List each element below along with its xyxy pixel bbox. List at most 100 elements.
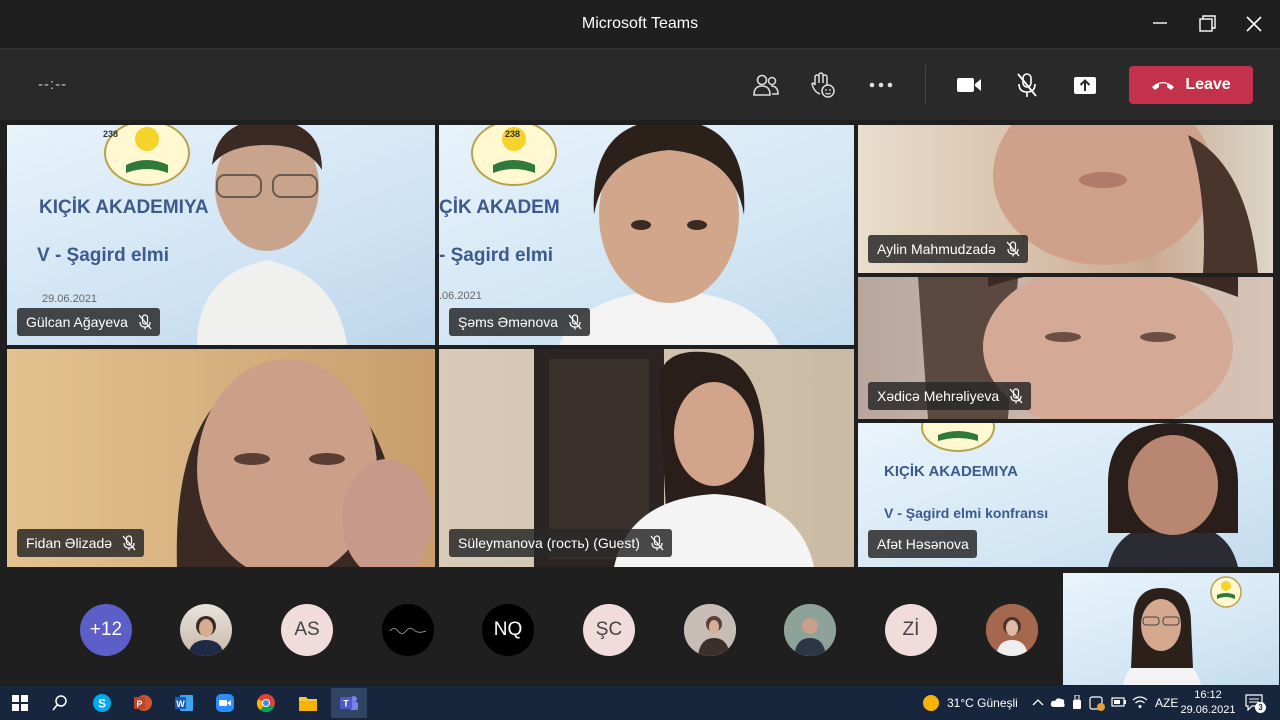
close-button[interactable] — [1240, 10, 1268, 38]
video-tile[interactable]: 238 ÇİK AKADEM - Şagird elmi .06.2021 Şə… — [439, 125, 854, 345]
avatar[interactable]: ŞC — [583, 604, 635, 656]
people-icon — [753, 74, 779, 96]
participant-video — [1108, 423, 1238, 567]
academy-logo-icon — [921, 423, 995, 452]
avatar[interactable]: NQ — [482, 604, 534, 656]
avatar[interactable] — [180, 604, 232, 656]
slide-conference-text: V - Şagird elmi konfransı — [884, 505, 1049, 521]
participant-name-chip: Şəms Əmənova — [449, 308, 591, 336]
mic-off-icon — [568, 314, 582, 330]
avatar[interactable]: AS — [281, 604, 333, 656]
slide-conference-text: - Şagird elmi — [439, 245, 554, 266]
leave-button[interactable]: Leave — [1129, 66, 1253, 104]
weather-text[interactable]: 31°C Güneşli — [947, 696, 1018, 710]
powerpoint-icon: P — [134, 695, 152, 711]
more-actions-button[interactable] — [865, 69, 897, 101]
word-icon: W — [175, 695, 193, 711]
slide-academy-text: ÇİK AKADEM — [439, 197, 560, 218]
minimize-icon — [1153, 22, 1167, 24]
slide-date-text: 29.06.2021 — [42, 293, 98, 305]
mic-off-icon — [1017, 73, 1037, 97]
participant-name: Fidan Əlizadə — [26, 535, 113, 551]
video-tile[interactable]: 238 KIÇİK AKADEMIYA V - Şagird elmi 29.0… — [7, 125, 435, 345]
avatar-photo — [188, 616, 224, 656]
slide-conference-text: V - Şagird elmi — [37, 245, 169, 266]
reactions-button[interactable] — [807, 69, 839, 101]
teams-icon: T — [340, 696, 358, 710]
video-tile[interactable]: Aylin Mahmudzadə — [858, 125, 1273, 273]
avatar-photo — [986, 604, 1038, 656]
folder-icon — [299, 697, 317, 711]
participant-name-chip: Afət Həsənova — [868, 530, 977, 558]
video-tile[interactable]: Süleymanova (гость) (Guest) — [439, 349, 854, 567]
search-icon — [52, 695, 67, 711]
usb-icon[interactable] — [1072, 695, 1082, 711]
share-tray-icon — [1074, 77, 1096, 94]
title-bar: Microsoft Teams — [0, 0, 1280, 48]
restore-icon — [1199, 15, 1216, 32]
notification-count-badge: 3 — [1255, 702, 1266, 713]
video-tile[interactable]: Fidan Əlizadə — [7, 349, 435, 567]
taskbar-app-file-explorer[interactable] — [290, 689, 326, 717]
input-language-indicator[interactable]: AZE — [1155, 696, 1178, 710]
sun-icon — [923, 695, 939, 711]
taskbar-app-teams[interactable]: T — [331, 688, 367, 718]
svg-text:T: T — [343, 699, 349, 709]
start-button[interactable] — [2, 689, 38, 717]
close-icon — [1246, 16, 1262, 32]
search-button[interactable] — [42, 689, 78, 717]
participant-name: Afət Həsənova — [877, 536, 969, 552]
mic-off-icon — [650, 535, 664, 551]
battery-icon[interactable] — [1111, 696, 1127, 708]
video-tile[interactable]: Xədicə Mehrəliyeva — [858, 277, 1273, 419]
video-stage: 238 KIÇİK AKADEMIYA V - Şagird elmi 29.0… — [0, 120, 1280, 572]
cloud-icon[interactable] — [1050, 696, 1066, 708]
camera-button[interactable] — [953, 69, 985, 101]
minimize-button[interactable] — [1146, 10, 1174, 38]
toolbar-divider — [925, 65, 926, 105]
window-title: Microsoft Teams — [581, 15, 699, 32]
meeting-timer: --:-- — [38, 76, 68, 93]
self-view-video[interactable] — [1063, 573, 1279, 685]
clock-time[interactable]: 16:12 — [1183, 689, 1233, 701]
more-participants-button[interactable]: +12 — [80, 604, 132, 656]
video-tile[interactable]: KIÇİK AKADEMIYA V - Şagird elmi konfrans… — [858, 423, 1273, 567]
participant-name-chip: Fidan Əlizadə — [17, 529, 145, 557]
notifications-button[interactable]: 3 — [1245, 693, 1267, 713]
participant-name: Süleymanova (гость) (Guest) — [458, 535, 640, 551]
taskbar-app-zoom[interactable] — [207, 689, 243, 717]
participant-name: Xədicə Mehrəliyeva — [877, 388, 1000, 404]
participants-button[interactable] — [750, 69, 782, 101]
windows-icon — [12, 695, 28, 711]
taskbar-app-chrome[interactable] — [248, 689, 284, 717]
chevron-up-icon[interactable] — [1032, 697, 1044, 707]
avatar-photo — [684, 604, 736, 656]
taskbar-app-powerpoint[interactable]: P — [125, 689, 161, 717]
participant-name: Gülcan Ağayeva — [26, 314, 128, 330]
wifi-icon[interactable] — [1132, 695, 1148, 709]
participant-name-chip: Xədicə Mehrəliyeva — [868, 382, 1032, 410]
slide-academy-text: KIÇİK AKADEMIYA — [884, 463, 1018, 480]
avatar[interactable] — [382, 604, 434, 656]
restore-button[interactable] — [1193, 10, 1221, 38]
taskbar-app-skype[interactable]: S — [84, 689, 120, 717]
avatar[interactable] — [684, 604, 736, 656]
logo-badge: 238 — [505, 129, 521, 139]
avatar[interactable] — [784, 604, 836, 656]
avatar[interactable] — [986, 604, 1038, 656]
security-alert-icon[interactable] — [1089, 695, 1105, 711]
participant-video — [1123, 588, 1201, 685]
mic-off-icon — [1006, 241, 1020, 257]
mic-off-icon — [1009, 388, 1023, 404]
mic-off-icon — [138, 314, 152, 330]
svg-text:P: P — [136, 699, 142, 709]
clock-date[interactable]: 29.06.2021 — [1180, 704, 1236, 716]
avatar[interactable]: Zİ — [885, 604, 937, 656]
share-content-button[interactable] — [1069, 69, 1101, 101]
chrome-icon — [256, 694, 275, 713]
camera-icon — [957, 78, 981, 92]
meeting-toolbar: --:-- Leave — [0, 48, 1280, 120]
taskbar-app-word[interactable]: W — [166, 689, 202, 717]
academy-logo-icon — [1210, 576, 1242, 608]
microphone-button[interactable] — [1011, 69, 1043, 101]
